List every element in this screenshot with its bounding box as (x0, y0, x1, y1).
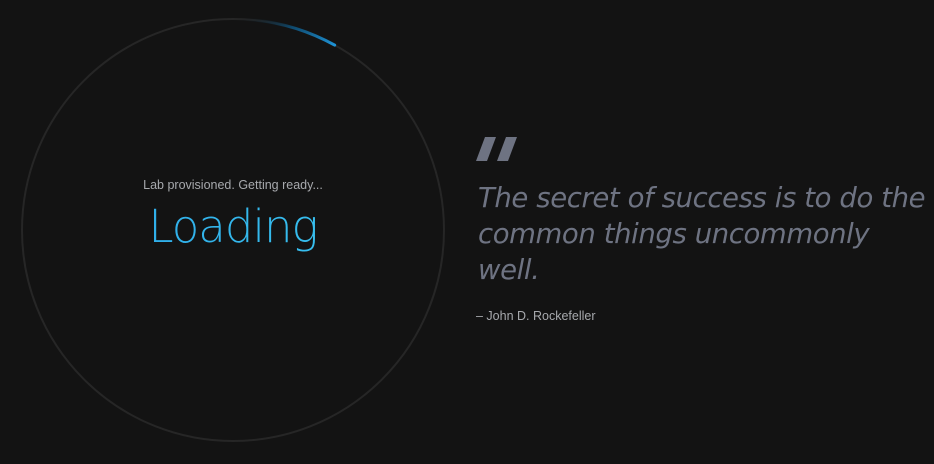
status-text: Lab provisioned. Getting ready... (143, 178, 323, 192)
progress-arc (231, 17, 337, 47)
loading-screen: Lab provisioned. Getting ready... Loadin… (0, 0, 934, 464)
quote-attribution: – John D. Rockefeller (476, 309, 596, 323)
quote-text: The secret of success is to do the commo… (478, 182, 926, 286)
loading-title: Loading (33, 200, 433, 253)
quote-icon (476, 137, 517, 161)
